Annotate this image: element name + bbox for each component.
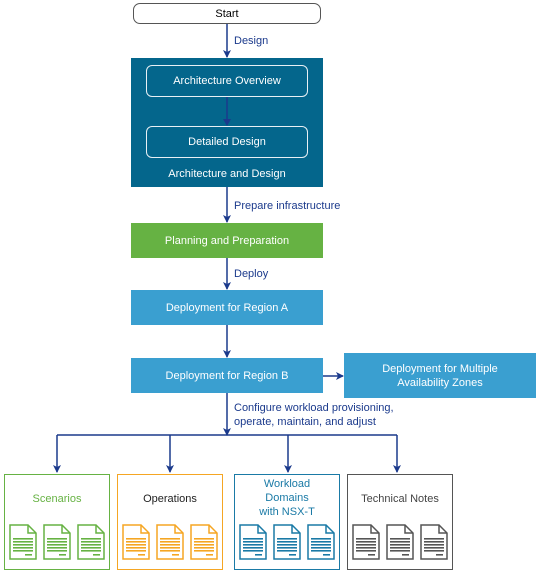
detailed-design-node: Detailed Design: [146, 126, 308, 158]
document-icon: [273, 524, 301, 565]
multi-az-label-line1: Deployment for Multiple: [382, 362, 498, 375]
multi-az-node: Deployment for Multiple Availability Zon…: [344, 353, 536, 398]
doc-set-scenarios: Scenarios: [4, 474, 110, 570]
edge-label-configure-line1: Configure workload provisioning,: [234, 402, 394, 414]
edge-label-configure-line2: operate, maintain, and adjust: [234, 416, 376, 428]
start-node: Start: [133, 3, 321, 24]
doc-set-technical-notes: Technical Notes: [347, 474, 453, 570]
edge-label-design: Design: [234, 35, 269, 47]
document-icon: [122, 524, 150, 565]
edge-label-prepare: Prepare infrastructure: [234, 200, 341, 212]
architecture-group-caption: Architecture and Design: [168, 168, 286, 180]
document-icon: [9, 524, 37, 565]
doc-set-title: Scenarios: [5, 492, 109, 506]
document-icons: [118, 524, 222, 565]
document-icon: [156, 524, 184, 565]
doc-set-title-line: Technical Notes: [361, 493, 439, 505]
document-icons: [348, 524, 452, 565]
document-icon: [77, 524, 105, 565]
document-icon: [420, 524, 448, 565]
multi-az-label-line2: Availability Zones: [397, 376, 483, 389]
region-a-node: Deployment for Region A: [131, 290, 323, 325]
arrow-overview-to-detailed: [223, 97, 231, 126]
detailed-design-label: Detailed Design: [188, 136, 266, 148]
document-icon: [307, 524, 335, 565]
doc-set-operations: Operations: [117, 474, 223, 570]
doc-set-title-line: with NSX-T: [259, 506, 315, 518]
planning-label: Planning and Preparation: [164, 234, 290, 247]
region-b-node: Deployment for Region B: [131, 358, 323, 393]
document-icon: [190, 524, 218, 565]
edge-label-deploy: Deploy: [234, 268, 269, 280]
doc-set-title-line: Scenarios: [32, 493, 82, 505]
architecture-and-design-group: Architecture Overview Detailed Design Ar…: [131, 58, 323, 187]
region-b-label: Deployment for Region B: [165, 369, 289, 382]
doc-set-title: Workload Domains with NSX-T: [235, 477, 339, 519]
doc-set-workload-domains: Workload Domains with NSX-T: [234, 474, 340, 570]
document-icon: [239, 524, 267, 565]
doc-set-title: Operations: [118, 492, 222, 506]
document-icon: [43, 524, 71, 565]
doc-set-title-line: Workload: [263, 478, 311, 490]
doc-set-title-line: Operations: [143, 493, 197, 505]
document-icons: [5, 524, 109, 565]
document-icon: [352, 524, 380, 565]
planning-node: Planning and Preparation: [131, 223, 323, 258]
region-a-label: Deployment for Region A: [165, 301, 289, 314]
architecture-overview-label: Architecture Overview: [173, 75, 281, 87]
doc-set-title: Technical Notes: [348, 492, 452, 506]
document-icons: [235, 524, 339, 565]
doc-set-title-line: Domains: [265, 492, 309, 504]
start-label: Start: [215, 7, 239, 20]
document-icon: [386, 524, 414, 565]
architecture-overview-node: Architecture Overview: [146, 65, 308, 97]
